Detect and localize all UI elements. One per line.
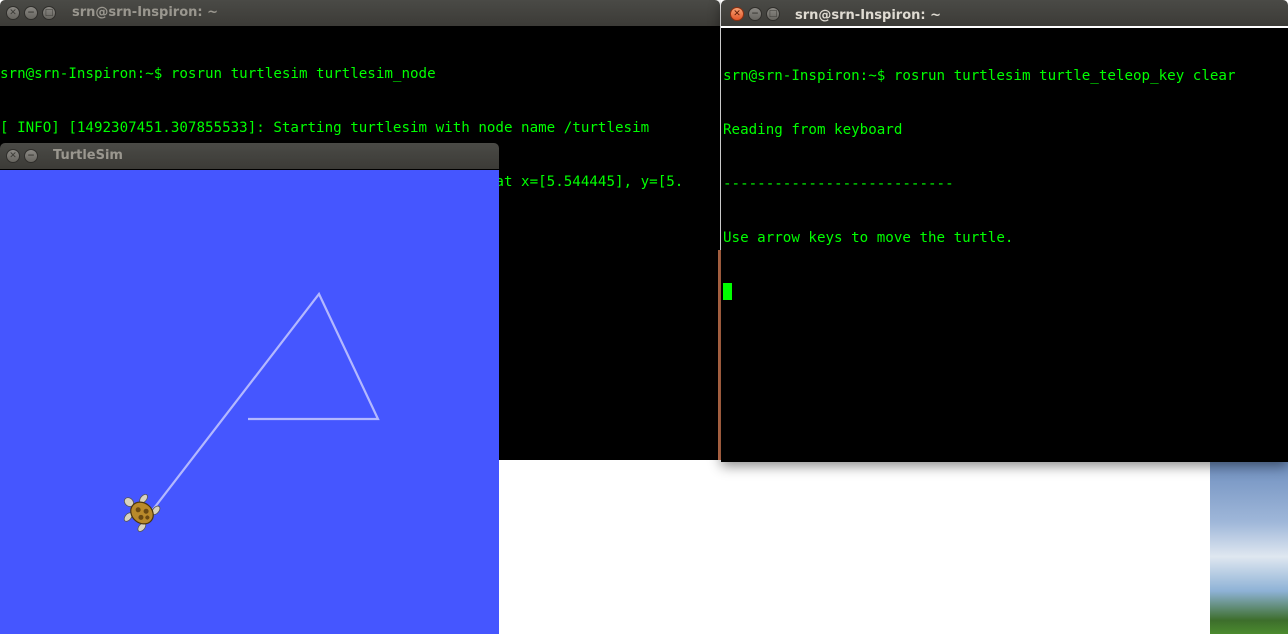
turtle-path-drawing (123, 291, 380, 532)
close-icon[interactable]: ✕ (6, 149, 20, 163)
terminal-titlebar[interactable]: ✕ − □ srn@srn-Inspiron: ~ (721, 0, 1288, 26)
terminal-line: --------------------------- (723, 176, 954, 192)
close-icon[interactable]: ✕ (730, 7, 744, 21)
maximize-icon[interactable]: □ (766, 7, 780, 21)
turtle-trail (147, 291, 380, 517)
terminal-line: [ INFO] [1492307451.307855533]: Starting… (0, 120, 650, 136)
terminal-line: Reading from keyboard (723, 122, 903, 138)
terminal-line: srn@srn-Inspiron:~$ rosrun turtlesim tur… (0, 66, 436, 82)
terminal-cursor (723, 283, 732, 300)
desktop-background (499, 460, 1210, 634)
terminal-titlebar[interactable]: ✕ − □ srn@srn-Inspiron: ~ (0, 0, 720, 26)
desktop-wallpaper (1210, 462, 1288, 634)
terminal-line: Use arrow keys to move the turtle. (723, 230, 1014, 246)
terminal-line: srn@srn-Inspiron:~$ rosrun turtlesim tur… (723, 68, 1236, 84)
maximize-icon[interactable]: □ (42, 6, 56, 20)
turtlesim-window[interactable]: ✕ − TurtleSim (0, 143, 499, 634)
minimize-icon[interactable]: − (748, 7, 762, 21)
turtle-icon (123, 493, 161, 532)
window-title: srn@srn-Inspiron: ~ (795, 8, 942, 23)
window-title: TurtleSim (53, 148, 123, 163)
minimize-icon[interactable]: − (24, 6, 38, 20)
turtlesim-titlebar[interactable]: ✕ − TurtleSim (0, 143, 499, 169)
window-title: srn@srn-Inspiron: ~ (72, 5, 219, 20)
terminal-output[interactable]: srn@srn-Inspiron:~$ rosrun turtlesim tur… (721, 28, 1288, 462)
terminal-window-teleop[interactable]: ✕ − □ srn@srn-Inspiron: ~ srn@srn-Inspir… (721, 0, 1288, 462)
turtlesim-canvas[interactable] (0, 170, 499, 634)
minimize-icon[interactable]: − (24, 149, 38, 163)
close-icon[interactable]: ✕ (6, 6, 20, 20)
